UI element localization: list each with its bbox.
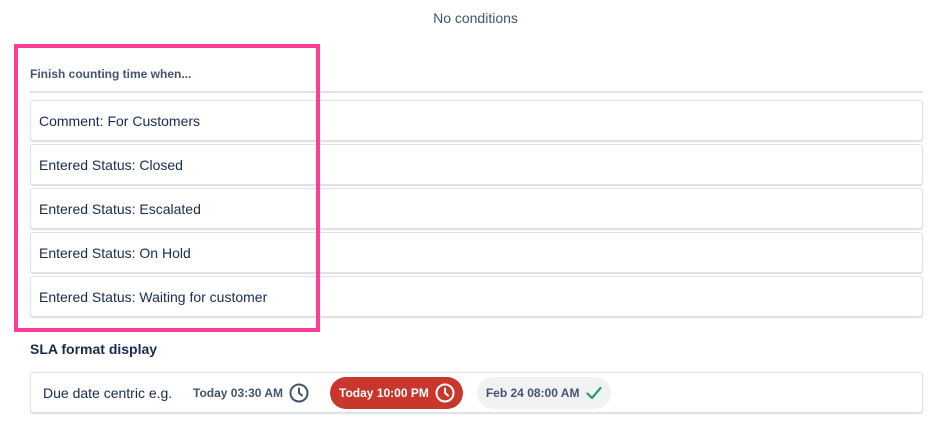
sla-format-heading: SLA format display [30,341,158,357]
condition-label: Entered Status: On Hold [39,244,191,261]
example-chip-text: Today 10:00 PM [339,385,429,400]
example-chip-upcoming: Today 03:30 AM [193,377,309,409]
example-chip-overdue: Today 10:00 PM [330,376,463,409]
sla-settings-panel: No conditions Finish counting time when.… [0,0,941,438]
sla-format-option-due-date-centric[interactable]: Due date centric e.g. Today 03:30 AM Tod… [30,372,923,413]
condition-label: Entered Status: Escalated [39,200,201,217]
condition-label: Entered Status: Closed [39,156,183,173]
condition-item-status-on-hold[interactable]: Entered Status: On Hold [30,232,923,273]
condition-label: Entered Status: Waiting for customer [39,288,268,305]
finish-condition-list: Comment: For Customers Entered Status: C… [30,100,923,320]
condition-label: Comment: For Customers [39,112,201,129]
condition-item-comment-for-customers[interactable]: Comment: For Customers [30,100,923,141]
finish-counting-heading: Finish counting time when... [30,67,192,81]
checkmark-icon [585,384,603,402]
example-chip-text: Today 03:30 AM [193,385,284,400]
example-chip-met: Feb 24 08:00 AM [476,376,612,409]
example-chip-text: Feb 24 08:00 AM [485,385,580,400]
condition-item-status-escalated[interactable]: Entered Status: Escalated [30,188,923,229]
divider [30,91,923,93]
no-conditions-text: No conditions [433,10,518,26]
sla-format-option-label: Due date centric e.g. [43,384,173,401]
condition-item-status-closed[interactable]: Entered Status: Closed [30,144,923,185]
condition-item-status-waiting-for-customer[interactable]: Entered Status: Waiting for customer [30,276,923,317]
clock-icon [289,383,309,403]
clock-icon [435,383,455,403]
